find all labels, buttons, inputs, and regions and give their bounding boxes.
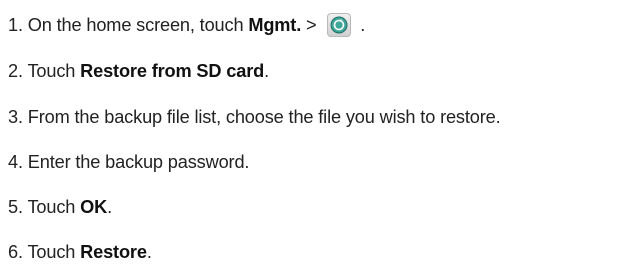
option-name: Restore from SD card	[80, 61, 265, 81]
step-punct: .	[146, 242, 152, 262]
step-text: Enter the backup password.	[27, 152, 250, 172]
step-tail: .	[355, 15, 366, 35]
button-name: Restore	[80, 242, 147, 262]
backup-restore-app-icon	[327, 13, 352, 37]
step-number: 2.	[8, 61, 28, 81]
step-number: 6.	[8, 242, 28, 262]
step-3: 3. From the backup file list, choose the…	[8, 105, 501, 129]
step-number: 5.	[8, 197, 28, 217]
step-4: 4. Enter the backup password.	[8, 150, 249, 174]
step-6: 6. Touch Restore.	[8, 240, 152, 264]
instruction-list: 1. On the home screen, touch Mgmt. > . 2…	[0, 0, 625, 274]
step-text: Touch	[27, 61, 81, 81]
step-number: 3.	[8, 107, 28, 127]
step-2: 2. Touch Restore from SD card.	[8, 59, 269, 83]
button-name: OK	[80, 197, 108, 217]
step-punct: .	[107, 197, 113, 217]
step-text: From the backup file list, choose the fi…	[27, 107, 501, 127]
menu-name: Mgmt.	[248, 15, 302, 35]
step-separator: >	[301, 15, 322, 35]
step-5: 5. Touch OK.	[8, 195, 112, 219]
step-1: 1. On the home screen, touch Mgmt. > .	[8, 13, 365, 37]
step-punct: .	[264, 61, 270, 81]
step-text: Touch	[27, 242, 81, 262]
step-text: Touch	[27, 197, 81, 217]
step-text: On the home screen, touch	[27, 15, 249, 35]
step-number: 1.	[8, 15, 28, 35]
step-number: 4.	[8, 152, 28, 172]
